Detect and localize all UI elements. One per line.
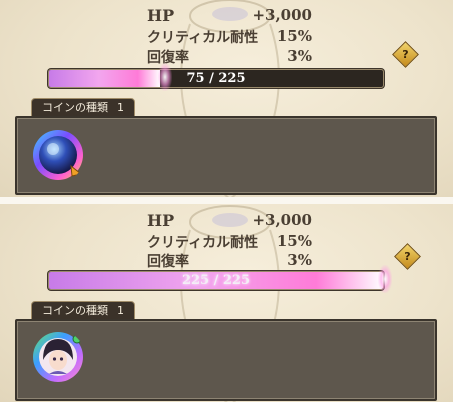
stat-row-hp: HP +3,000 [0, 6, 453, 26]
stat-value-hp: +3,000 [252, 6, 312, 24]
stat-value-recovery-rate: 3% [287, 47, 312, 65]
coin-type-tab: コインの種類 1 [31, 301, 135, 320]
stat-value-critical-resistance: 15% [276, 232, 312, 250]
stat-value-recovery-rate: 3% [287, 251, 312, 269]
help-icon: ? [402, 48, 409, 61]
stat-label-recovery-rate: 回復率 [147, 254, 189, 270]
stat-value-hp: +3,000 [252, 211, 312, 229]
stat-label-hp: HP [147, 6, 175, 25]
stat-label-critical-resistance: クリティカル耐性 [147, 235, 259, 251]
coin-progress-bar: 225 / 225 [48, 271, 384, 290]
stat-row-critical-resistance: クリティカル耐性 15% [0, 232, 453, 252]
stat-row-recovery-rate: 回復率 3% [0, 47, 453, 67]
coin-type-label: コインの種類 [42, 304, 108, 317]
coin-progress-text: 75 / 225 [186, 71, 246, 86]
blue-crystal-orb-coin-icon[interactable] [31, 128, 85, 182]
coin-type-count: 1 [117, 101, 124, 114]
coin-status-panel-after: HP +3,000 クリティカル耐性 15% 回復率 3% ? 225 / 22… [0, 204, 453, 402]
progress-sparkle [378, 265, 392, 293]
help-icon: ? [404, 250, 411, 263]
coin-type-count: 1 [117, 304, 124, 317]
stat-value-critical-resistance: 15% [276, 27, 312, 45]
panel-divider [0, 197, 453, 204]
coin-progress-text: 225 / 225 [181, 273, 251, 288]
progress-sparkle [158, 63, 172, 91]
stat-row-hp: HP +3,000 [0, 211, 453, 231]
screenshot-frame: HP +3,000 クリティカル耐性 15% 回復率 3% ? 75 / 225… [0, 0, 453, 402]
stat-row-critical-resistance: クリティカル耐性 15% [0, 27, 453, 47]
coin-status-panel-before: HP +3,000 クリティカル耐性 15% 回復率 3% ? 75 / 225… [0, 0, 453, 197]
coin-type-label: コインの種類 [42, 101, 108, 114]
stat-label-hp: HP [147, 211, 175, 230]
coin-type-tab: コインの種類 1 [31, 98, 135, 117]
character-portrait-coin-icon[interactable] [31, 330, 85, 384]
coin-progress-bar: 75 / 225 [48, 69, 384, 88]
stat-label-critical-resistance: クリティカル耐性 [147, 30, 259, 46]
